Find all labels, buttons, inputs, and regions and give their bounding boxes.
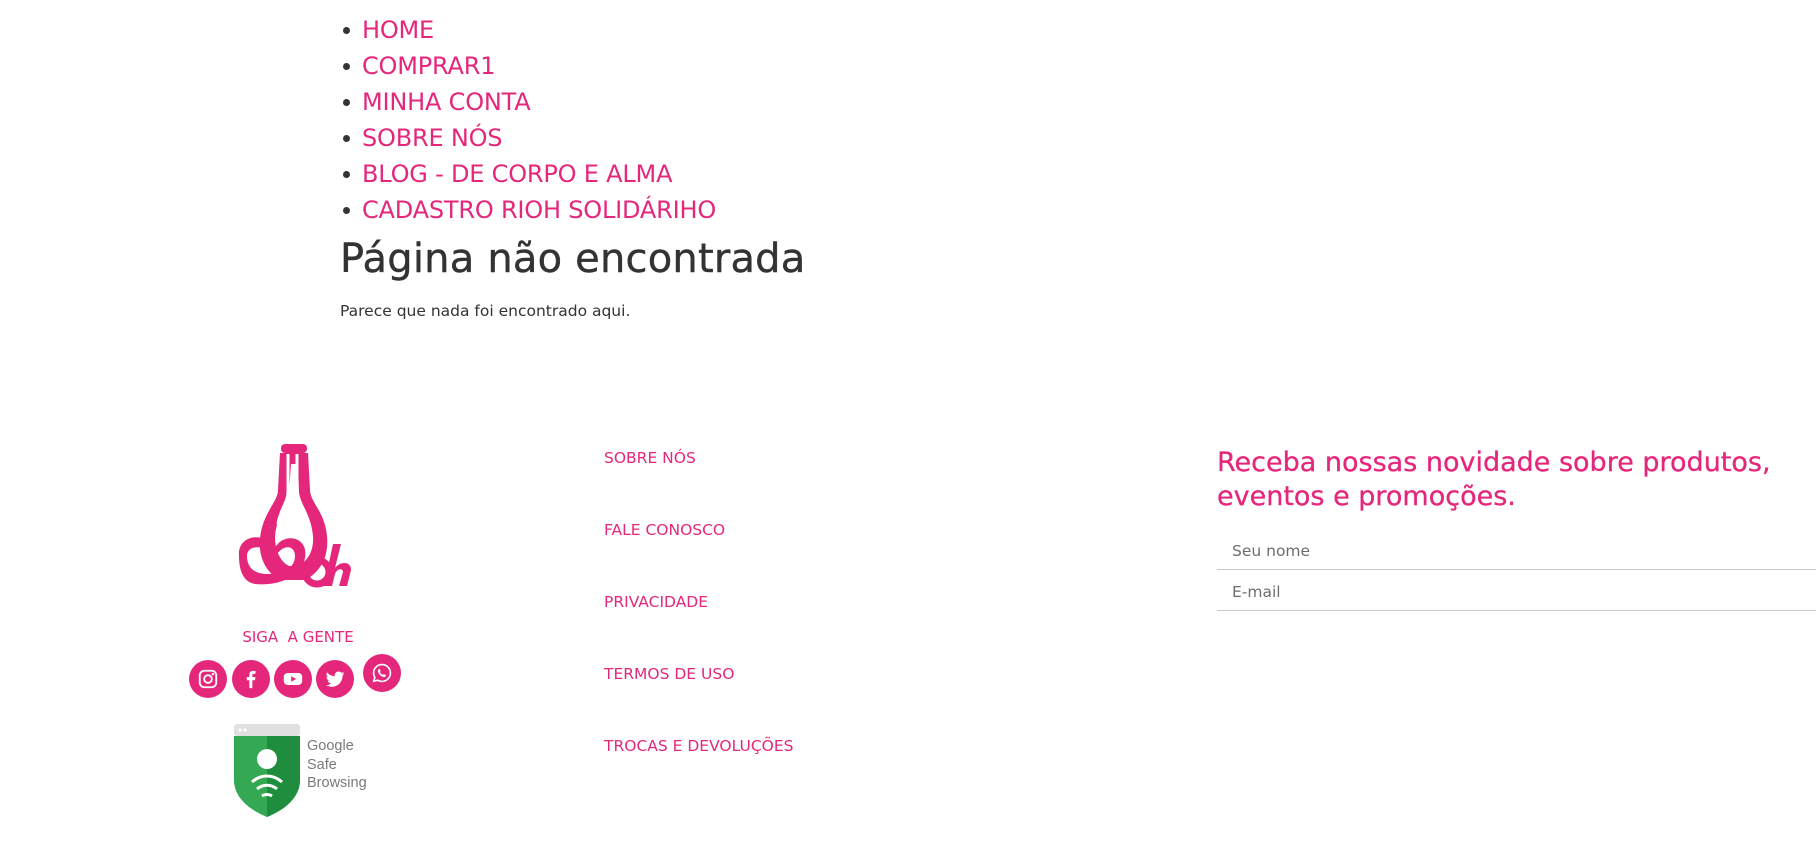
bullet [343, 171, 350, 178]
footer-link-item: FALE CONOSCO [604, 520, 793, 592]
nav-item-minha-conta: MINHA CONTA [343, 84, 716, 120]
nav-link-minha-conta[interactable]: MINHA CONTA [362, 88, 531, 116]
newsletter-title: Receba nossas novidade sobre produtos, e… [1217, 447, 1771, 512]
whatsapp-button[interactable] [363, 654, 401, 692]
safe-browsing-line-google: Google [307, 738, 354, 754]
bullet [343, 27, 350, 34]
main-navigation: HOME COMPRAR1 MINHA CONTA SOBRE NÓS BLOG… [0, 12, 716, 228]
nav-item-blog: BLOG - DE CORPO E ALMA [343, 156, 716, 192]
newsletter-email-input[interactable] [1217, 573, 1816, 611]
not-found-message: Parece que nada foi encontrado aqui. [340, 302, 631, 320]
instagram-icon [198, 669, 218, 689]
nav-link-home[interactable]: HOME [362, 16, 434, 44]
footer-links: SOBRE NÓS FALE CONOSCO PRIVACIDADE TERMO… [604, 448, 793, 808]
safe-browsing-line-browsing: Browsing [307, 775, 367, 791]
footer-link-fale-conosco[interactable]: FALE CONOSCO [604, 521, 725, 539]
nav-link-comprar[interactable]: COMPRAR1 [362, 52, 495, 80]
shield-icon [234, 724, 300, 817]
rioh-logo[interactable] [233, 444, 363, 592]
bullet [343, 63, 350, 70]
footer-link-sobre-nos[interactable]: SOBRE NÓS [604, 449, 696, 467]
footer-link-termos-de-uso[interactable]: TERMOS DE USO [604, 665, 734, 683]
page-title: Página não encontrada [340, 236, 806, 282]
main-menu: HOME COMPRAR1 MINHA CONTA SOBRE NÓS BLOG… [0, 12, 716, 228]
footer-link-privacidade[interactable]: PRIVACIDADE [604, 593, 708, 611]
bullet [343, 135, 350, 142]
nav-item-comprar: COMPRAR1 [343, 48, 716, 84]
bullet [343, 99, 350, 106]
bottle-logo-icon [238, 444, 351, 588]
safe-browsing-line-safe: Safe [307, 756, 337, 773]
nav-link-sobre-nos[interactable]: SOBRE NÓS [362, 124, 503, 152]
footer-link-item: TERMOS DE USO [604, 664, 793, 736]
nav-link-cadastro[interactable]: CADASTRO RIOH SOLIDÁRIHO [362, 196, 716, 224]
whatsapp-icon [372, 663, 392, 683]
footer-link-item: PRIVACIDADE [604, 592, 793, 664]
bullet [343, 207, 350, 214]
instagram-button[interactable] [189, 660, 227, 698]
youtube-icon [283, 673, 303, 685]
newsletter-name-input[interactable] [1217, 532, 1816, 570]
footer-link-item: TROCAS E DEVOLUÇÕES [604, 736, 793, 808]
nav-item-home: HOME [343, 12, 716, 48]
nav-link-blog[interactable]: BLOG - DE CORPO E ALMA [362, 160, 672, 188]
youtube-button[interactable] [274, 660, 312, 698]
facebook-button[interactable] [232, 660, 270, 698]
footer-link-item: SOBRE NÓS [604, 448, 793, 520]
follow-us-label: SIGA A GENTE [242, 628, 354, 646]
twitter-icon [325, 671, 345, 687]
nav-item-cadastro: CADASTRO RIOH SOLIDÁRIHO [343, 192, 716, 228]
nav-item-sobre-nos: SOBRE NÓS [343, 120, 716, 156]
safe-browsing-text: Google Safe Browsing [307, 737, 367, 793]
facebook-icon [246, 670, 256, 689]
twitter-button[interactable] [316, 660, 354, 698]
google-safe-browsing-badge: Google Safe Browsing [232, 722, 372, 818]
footer-link-trocas-devolucoes[interactable]: TROCAS E DEVOLUÇÕES [604, 737, 793, 755]
